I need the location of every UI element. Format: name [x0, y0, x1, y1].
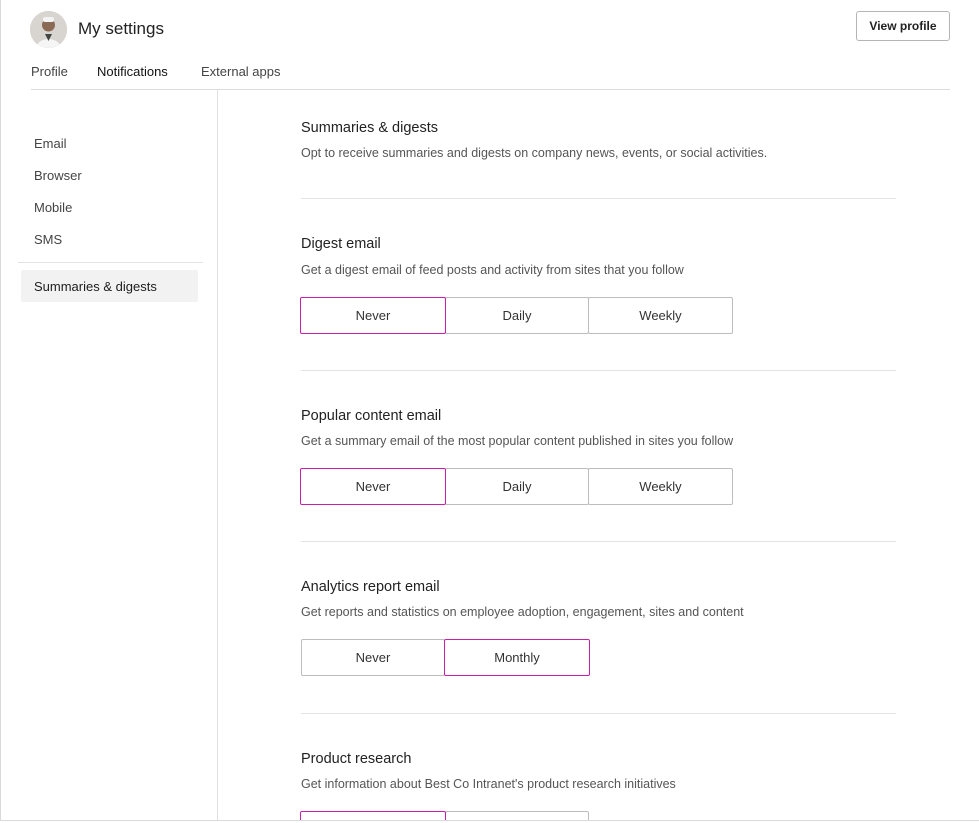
digest-email-description: Get a digest email of feed posts and act…	[301, 263, 684, 277]
sidebar-item-sms[interactable]: SMS	[34, 232, 62, 247]
sidebar-item-mobile[interactable]: Mobile	[34, 200, 72, 215]
product-research-title: Product research	[301, 751, 412, 767]
section-divider	[301, 198, 896, 199]
settings-page: My settings View profile Profile Notific…	[0, 0, 979, 821]
digest-email-option-daily[interactable]: Daily	[445, 297, 589, 334]
product-research-description: Get information about Best Co Intranet's…	[301, 777, 676, 791]
product-research-option-1[interactable]	[300, 811, 446, 820]
analytics-report-option-never[interactable]: Never	[301, 639, 445, 676]
digest-email-option-never[interactable]: Never	[300, 297, 446, 334]
digest-email-option-weekly[interactable]: Weekly	[588, 297, 733, 334]
sidebar-item-label: Summaries & digests	[34, 279, 157, 294]
avatar[interactable]	[30, 11, 67, 48]
section-divider	[301, 370, 896, 371]
view-profile-button[interactable]: View profile	[856, 11, 950, 41]
popular-content-email-description: Get a summary email of the most popular …	[301, 434, 734, 448]
popular-content-option-never[interactable]: Never	[300, 468, 446, 505]
sidebar-item-browser[interactable]: Browser	[34, 168, 82, 183]
sidebar-divider	[217, 90, 218, 820]
product-research-option-2[interactable]	[445, 811, 589, 820]
section-divider	[301, 541, 896, 542]
section-title: Summaries & digests	[301, 120, 438, 136]
sidebar-item-summaries-digests[interactable]: Summaries & digests	[21, 270, 198, 302]
tab-external-apps[interactable]: External apps	[201, 64, 281, 90]
sidebar-group-divider	[18, 262, 203, 263]
tab-profile[interactable]: Profile	[31, 64, 68, 90]
popular-content-option-weekly[interactable]: Weekly	[588, 468, 733, 505]
sidebar-item-email[interactable]: Email	[34, 136, 67, 151]
page-title: My settings	[78, 19, 164, 38]
analytics-report-option-monthly[interactable]: Monthly	[444, 639, 590, 676]
section-description: Opt to receive summaries and digests on …	[301, 146, 768, 160]
popular-content-option-daily[interactable]: Daily	[445, 468, 589, 505]
analytics-report-email-title: Analytics report email	[301, 579, 440, 595]
tab-notifications[interactable]: Notifications	[97, 64, 168, 90]
tabs-divider	[31, 89, 950, 90]
popular-content-email-title: Popular content email	[301, 408, 442, 424]
section-divider	[301, 713, 896, 714]
analytics-report-email-description: Get reports and statistics on employee a…	[301, 605, 744, 619]
digest-email-title: Digest email	[301, 236, 381, 252]
avatar-photo-icon	[30, 11, 67, 48]
